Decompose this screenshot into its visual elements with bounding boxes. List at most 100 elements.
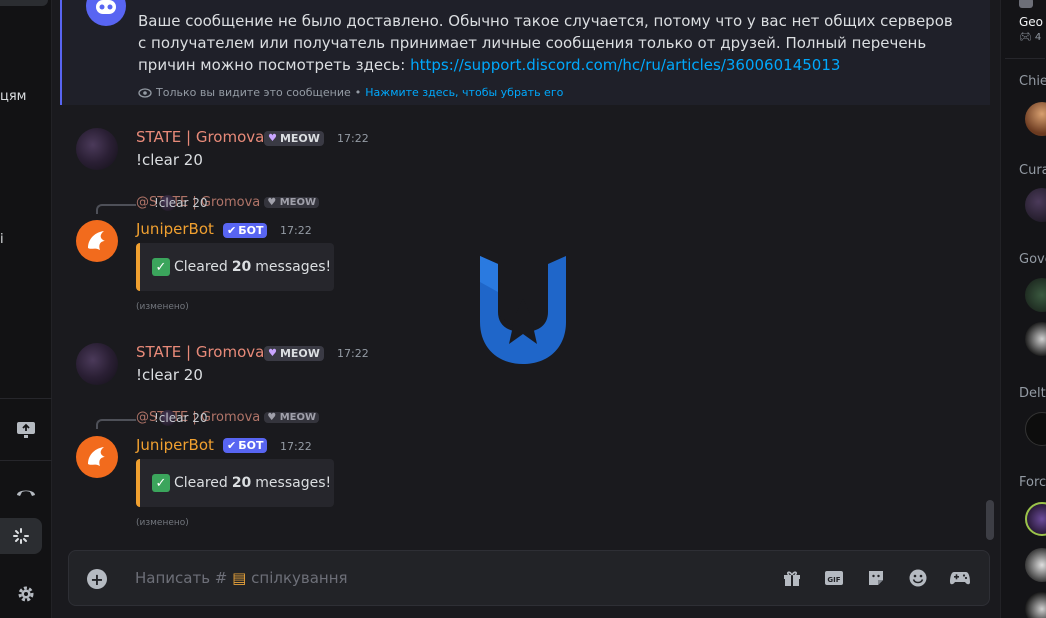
- clyde-message-text: Ваше сообщение не было доставлено. Обычн…: [138, 10, 958, 76]
- checkmark-icon: ✔: [227, 439, 237, 452]
- reply-preview[interactable]: @STATE | Gromova ♥ MEOW !clear 20: [136, 409, 320, 426]
- avatar[interactable]: [76, 343, 118, 385]
- role-group-label: Chie: [1019, 74, 1046, 89]
- member-avatar[interactable]: [1025, 548, 1046, 582]
- gif-icon: GIF: [825, 571, 843, 585]
- activities-button[interactable]: [949, 567, 971, 589]
- ephemeral-note: Только вы видите это сообщение • Нажмите…: [138, 86, 563, 99]
- screen-share-button[interactable]: [0, 410, 52, 450]
- watermark-logo: [480, 256, 566, 364]
- gift-button[interactable]: [781, 567, 803, 589]
- heart-icon: ♥: [268, 133, 277, 144]
- bot-tag: ✔ БОТ: [223, 438, 268, 453]
- clyde-avatar: [86, 0, 126, 26]
- member-activity: 🎮︎ 4: [1019, 32, 1041, 43]
- member-avatar[interactable]: [1025, 502, 1046, 536]
- reply-role-tag: ♥ MEOW: [264, 197, 320, 208]
- bot-avatar[interactable]: [76, 436, 118, 478]
- avatar[interactable]: [76, 128, 118, 170]
- emoji-button[interactable]: [907, 567, 929, 589]
- heart-icon: ♥: [268, 348, 277, 359]
- message-composer[interactable]: + Написать # ▤ спілкування GIF: [68, 550, 990, 606]
- gif-button[interactable]: GIF: [823, 567, 845, 589]
- screen-share-icon: [17, 422, 35, 438]
- bot-tag-text: БОТ: [238, 224, 264, 237]
- left-truncated-text-2: і: [0, 232, 4, 247]
- ephemeral-note-text: Только вы видите это сообщение: [156, 86, 351, 99]
- author-name[interactable]: STATE | Gromova: [136, 343, 264, 361]
- emoji-icon: [909, 569, 927, 587]
- member-activity-count: 4: [1034, 32, 1042, 43]
- edited-label: (изменено): [136, 302, 189, 312]
- left-truncated-text-1: цям: [0, 89, 27, 104]
- phone-hangup-icon: [17, 490, 35, 496]
- role-tag-text: MEOW: [279, 132, 320, 145]
- message-content: !clear 20: [136, 366, 203, 384]
- role-group-label: Forc: [1019, 475, 1046, 490]
- bot-avatar[interactable]: [76, 220, 118, 262]
- reply-role-tag-text: MEOW: [279, 412, 317, 423]
- robot-icon: [96, 0, 116, 14]
- svg-text:GIF: GIF: [827, 576, 840, 584]
- check-mark-icon: ✓: [152, 258, 170, 276]
- composer-tools: GIF: [781, 567, 971, 589]
- message-input-placeholder[interactable]: Написать # ▤ спілкування: [135, 569, 348, 587]
- edited-label: (изменено): [136, 518, 189, 528]
- clyde-ephemeral-message: Ваше сообщение не было доставлено. Обычн…: [60, 0, 990, 105]
- fox-icon: [88, 447, 105, 466]
- embed-count: 20: [231, 475, 252, 491]
- reply-connector: [96, 204, 136, 214]
- timestamp: 17:22: [337, 347, 369, 360]
- embed: ✓ Cleared 20 messages!: [136, 243, 334, 291]
- member-avatar[interactable]: [1025, 592, 1046, 618]
- timestamp: 17:22: [280, 440, 312, 453]
- left-top-chip: [0, 0, 48, 6]
- member-avatar[interactable]: [1025, 412, 1046, 446]
- message-content: !clear 20: [136, 151, 203, 169]
- reply-text: !clear 20: [154, 410, 208, 425]
- bot-name[interactable]: JuniperBot: [136, 436, 214, 454]
- reply-connector: [96, 419, 136, 429]
- check-mark-icon: ✓: [152, 474, 170, 492]
- member-avatar[interactable]: [1025, 188, 1046, 222]
- sticker-button[interactable]: [865, 567, 887, 589]
- timestamp: 17:22: [280, 224, 312, 237]
- disconnect-button[interactable]: [0, 472, 52, 512]
- embed-count: 20: [231, 259, 252, 275]
- bot-tag-text: БОТ: [238, 439, 264, 452]
- member-avatar[interactable]: [1025, 322, 1046, 356]
- bot-name[interactable]: JuniperBot: [136, 220, 214, 238]
- dismiss-message-link[interactable]: Нажмите здесь, чтобы убрать его: [365, 86, 563, 99]
- left-divider: [0, 398, 52, 399]
- note-separator: •: [354, 86, 362, 99]
- activity-button[interactable]: [0, 518, 42, 554]
- reply-role-tag-text: MEOW: [279, 197, 317, 208]
- left-divider-2: [0, 460, 52, 461]
- member-name-truncated[interactable]: Geo: [1019, 15, 1043, 29]
- member-avatar[interactable]: [1025, 102, 1046, 136]
- settings-button[interactable]: [0, 574, 52, 614]
- eye-icon: [138, 87, 152, 98]
- channel-emoji-icon: ▤: [232, 569, 247, 587]
- left-sidebar: цям і: [0, 0, 52, 618]
- support-link[interactable]: https://support.discord.com/hc/ru/articl…: [410, 56, 840, 74]
- loading-icon: [13, 528, 29, 544]
- fox-icon: [88, 231, 105, 250]
- role-tag-text: MEOW: [279, 347, 320, 360]
- gamepad-icon: [950, 572, 970, 585]
- placeholder-channel: спілкування: [251, 569, 348, 587]
- checkmark-icon: ✔: [227, 224, 237, 237]
- sticker-icon: [869, 571, 883, 585]
- member-list: Geo 🎮︎ 4 Chie Cura Gove Delt Forc: [1000, 0, 1046, 618]
- scrollbar-thumb[interactable]: [986, 500, 994, 540]
- plus-icon: +: [90, 569, 104, 589]
- reply-role-tag: ♥ MEOW: [264, 412, 320, 423]
- embed-text-suffix: messages!: [255, 475, 332, 491]
- embed-text-prefix: Cleared: [174, 259, 228, 275]
- role-group-label: Delt: [1019, 386, 1046, 401]
- add-attachment-button[interactable]: +: [87, 569, 107, 589]
- reply-preview[interactable]: @STATE | Gromova ♥ MEOW !clear 20: [136, 194, 320, 211]
- author-name[interactable]: STATE | Gromova: [136, 128, 264, 146]
- member-avatar[interactable]: [1025, 278, 1046, 312]
- embed-text-suffix: messages!: [255, 259, 332, 275]
